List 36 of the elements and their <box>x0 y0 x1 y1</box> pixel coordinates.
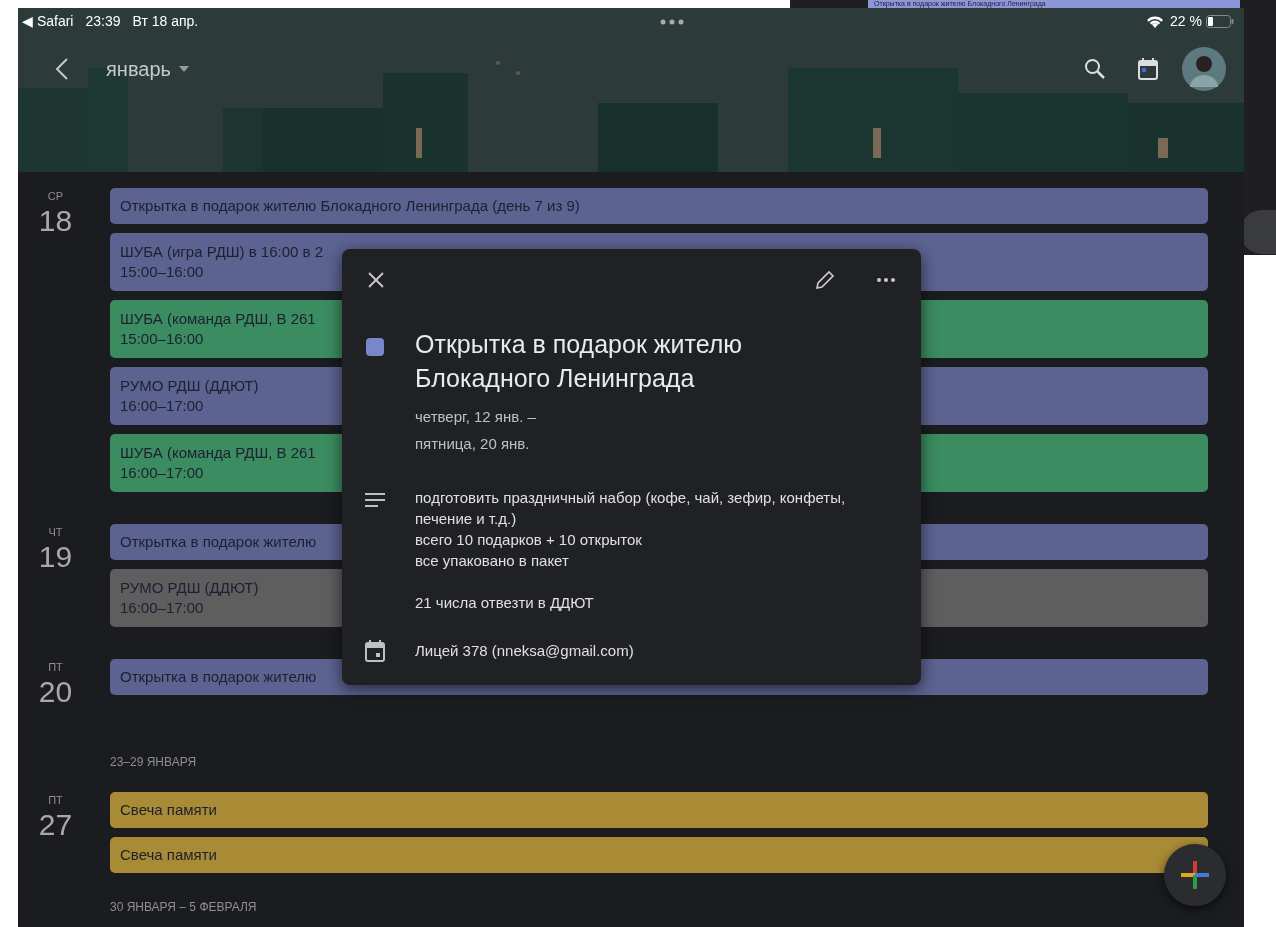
event-title: Свеча памяти <box>120 845 217 865</box>
event-title: Открытка в подарок жителю Блокадного Ленинграда (день 7 из 9) <box>120 196 580 216</box>
description-line: все упаковано в пакет <box>415 551 569 571</box>
weekday-label: СР <box>47 189 64 203</box>
day-number: 19 <box>38 539 73 575</box>
event-time: 15:00–16:00 <box>120 329 204 349</box>
event-title: РУМО РДШ (ДДЮТ) <box>120 578 259 598</box>
event-date: четверг, 12 янв. – <box>415 407 537 427</box>
event-title: Открытка в подарок жителю Блокадного Ленинграда <box>415 329 744 394</box>
event-date: пятница, 20 янв. <box>415 434 531 454</box>
weekday-label: ПТ <box>48 793 63 807</box>
weekday-label: ЧТ <box>48 525 63 539</box>
event-time: 16:00–17:00 <box>120 598 204 618</box>
event-title: ШУБА (команда РДШ, В 261 <box>120 309 316 329</box>
event-title: ШУБА (игра РДШ) в 16:00 в 2 <box>120 242 324 262</box>
event-title: РУМО РДШ (ДДЮТ) <box>120 376 259 396</box>
event-time: 16:00–17:00 <box>120 463 204 483</box>
event-title: ШУБА (команда РДШ, В 261 <box>120 443 316 463</box>
battery-percent: 22 % <box>1170 12 1202 31</box>
status-time: 23:39 <box>85 12 121 31</box>
status-date: Вт 18 апр. <box>132 12 199 31</box>
event-title: Открытка в подарок жителю <box>120 667 317 687</box>
description-line: подготовить праздничный набор (кофе, чай, зефир, конфеты, печение и т.д.) <box>415 488 847 529</box>
event-time: 15:00–16:00 <box>120 262 204 282</box>
day-number: 27 <box>38 807 73 843</box>
event-time: 16:00–17:00 <box>120 396 204 416</box>
day-number: 20 <box>38 674 73 710</box>
description-line: всего 10 подарков + 10 открыток <box>415 530 642 550</box>
description-note: 21 числа отвезти в ДДЮТ <box>415 593 594 613</box>
week-range-label: 30 ЯНВАРЯ – 5 ФЕВРАЛЯ <box>110 900 257 914</box>
calendar-name: Лицей 378 (nneksa@gmail.com) <box>415 641 634 661</box>
event-title: Свеча памяти <box>120 800 217 820</box>
weekday-label: ПТ <box>48 660 63 674</box>
week-range-label: 23–29 ЯНВАРЯ <box>110 755 197 769</box>
event-title: Открытка в подарок жителю <box>120 532 317 552</box>
day-number: 18 <box>38 203 73 239</box>
